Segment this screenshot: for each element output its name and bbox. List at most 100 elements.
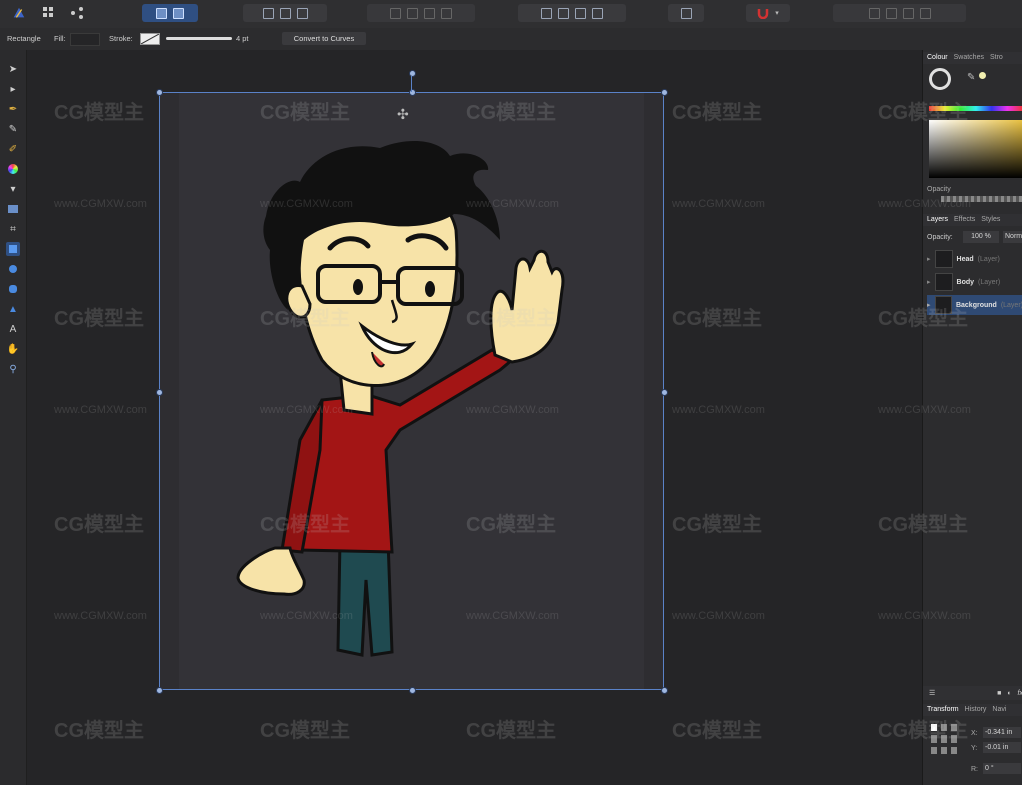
- stroke-colour-circle[interactable]: [929, 68, 951, 90]
- selection-bounding-box[interactable]: [159, 92, 664, 690]
- y-field[interactable]: -0.01 in: [983, 742, 1021, 753]
- tab-history[interactable]: History: [965, 704, 987, 716]
- studio-panel: Colour Swatches Stro ✎ Opacity Layers Ef…: [922, 50, 1022, 785]
- selection-handle[interactable]: [156, 389, 163, 396]
- fx-icon[interactable]: fx: [1018, 690, 1022, 697]
- tab-colour[interactable]: Colour: [927, 52, 948, 64]
- tab-navigator[interactable]: Navi: [992, 704, 1006, 716]
- tab-effects[interactable]: Effects: [954, 214, 975, 226]
- snap-options-icon[interactable]: [173, 7, 184, 19]
- layer-thumbnail: [934, 273, 953, 291]
- fill-label: Fill:: [54, 34, 66, 43]
- stroke-width-value[interactable]: 4 pt: [236, 34, 249, 43]
- opacity-slider[interactable]: [941, 196, 1022, 202]
- add-icon[interactable]: [390, 7, 401, 19]
- hand-tool-icon[interactable]: ✋: [6, 342, 20, 356]
- tab-layers[interactable]: Layers: [927, 214, 948, 226]
- opacity-label: Opacity: [927, 186, 951, 193]
- transform-mode-group[interactable]: [243, 4, 327, 22]
- expand-arrow-icon[interactable]: ▸: [927, 301, 931, 309]
- pencil-tool-icon[interactable]: ✎: [6, 122, 20, 136]
- selection-handle[interactable]: [409, 687, 416, 694]
- align-button[interactable]: [668, 4, 704, 22]
- move-forward-icon[interactable]: [902, 7, 914, 19]
- flip-rotate-group[interactable]: [518, 4, 626, 22]
- selection-handle[interactable]: [156, 89, 163, 96]
- stroke-swatch[interactable]: [140, 33, 160, 45]
- expand-arrow-icon[interactable]: ▸: [927, 255, 931, 263]
- rounded-rectangle-icon[interactable]: [6, 282, 20, 296]
- rotate-left-icon[interactable]: [575, 7, 586, 19]
- hue-slider[interactable]: [929, 106, 1022, 111]
- rotation-handle-line: [411, 76, 412, 92]
- boolean-group[interactable]: [367, 4, 475, 22]
- magnet-icon: [757, 9, 769, 19]
- flip-vertical-icon[interactable]: [558, 7, 569, 19]
- stroke-label: Stroke:: [109, 34, 133, 43]
- move-tool-icon[interactable]: ➤: [6, 62, 20, 76]
- transform-objects-icon[interactable]: [279, 7, 291, 19]
- selection-handle[interactable]: [661, 687, 668, 694]
- move-backward-icon[interactable]: [885, 7, 897, 19]
- saturation-picker[interactable]: [929, 120, 1022, 178]
- ellipse-tool-icon[interactable]: [6, 262, 20, 276]
- rotate-right-icon[interactable]: [592, 7, 603, 19]
- layers-stack-icon[interactable]: ☰: [929, 689, 935, 697]
- tab-swatches[interactable]: Swatches: [954, 52, 984, 64]
- intersect-icon[interactable]: [424, 7, 435, 19]
- selection-handle[interactable]: [661, 89, 668, 96]
- move-front-icon[interactable]: [919, 7, 931, 19]
- canvas[interactable]: ✣: [27, 50, 922, 785]
- layer-row-body[interactable]: ▸ Body (Layer): [927, 272, 1022, 292]
- xor-icon[interactable]: [441, 7, 452, 19]
- arrange-group[interactable]: [833, 4, 966, 22]
- subtract-icon[interactable]: [407, 7, 418, 19]
- text-tool-icon[interactable]: A: [6, 322, 20, 336]
- adjustment-icon[interactable]: ◐: [1007, 690, 1011, 697]
- snapping-dropdown[interactable]: ▾: [746, 4, 790, 22]
- layer-row-background[interactable]: ▸ Background (Layer): [927, 295, 1022, 315]
- expand-arrow-icon[interactable]: ▸: [927, 278, 931, 286]
- layers-panel-tabs: Layers Effects Styles: [923, 214, 1022, 226]
- transform-separately-icon[interactable]: [296, 7, 308, 19]
- blend-mode-select[interactable]: Norm: [1003, 231, 1022, 243]
- transform-origin-icon[interactable]: [262, 7, 274, 19]
- fill-tool-icon[interactable]: [6, 162, 20, 176]
- selection-handle[interactable]: [661, 389, 668, 396]
- pen-tool-icon[interactable]: ✒: [6, 102, 20, 116]
- transparency-tool-icon[interactable]: ▾: [6, 182, 20, 196]
- context-toolbar: Rectangle Fill: Stroke: 4 pt Convert to …: [0, 28, 1022, 51]
- pixel-persona-icon[interactable]: [42, 6, 56, 20]
- flip-horizontal-icon[interactable]: [541, 7, 552, 19]
- place-image-icon[interactable]: [6, 202, 20, 216]
- layer-row-head[interactable]: ▸ Head (Layer): [927, 249, 1022, 269]
- export-persona-icon[interactable]: [70, 6, 84, 20]
- brush-tool-icon[interactable]: ✐: [6, 142, 20, 156]
- fill-swatch[interactable]: [70, 33, 100, 46]
- align-icon[interactable]: [680, 7, 692, 19]
- rectangle-tool-icon[interactable]: [6, 242, 20, 256]
- triangle-tool-icon[interactable]: ▲: [6, 302, 20, 316]
- current-colour-dot: [979, 72, 986, 79]
- layer-opacity-label: Opacity:: [927, 234, 953, 241]
- node-tool-icon[interactable]: ▸: [6, 82, 20, 96]
- anchor-grid[interactable]: [931, 724, 961, 754]
- zoom-tool-icon[interactable]: ⚲: [6, 362, 20, 376]
- snap-icon[interactable]: [156, 7, 167, 19]
- x-field[interactable]: -0.341 in: [983, 727, 1021, 738]
- mask-icon[interactable]: ■: [997, 690, 1001, 697]
- tab-styles[interactable]: Styles: [981, 214, 1000, 226]
- selection-handle[interactable]: [156, 687, 163, 694]
- snapping-group[interactable]: [142, 4, 198, 22]
- tab-stroke[interactable]: Stro: [990, 52, 1003, 64]
- rotation-field[interactable]: 0 °: [983, 763, 1021, 774]
- layer-opacity-field[interactable]: 100 %: [963, 231, 999, 243]
- eyedropper-icon[interactable]: ✎: [967, 72, 975, 83]
- stroke-width-slider[interactable]: [166, 37, 232, 40]
- convert-to-curves-button[interactable]: Convert to Curves: [282, 32, 366, 45]
- draw-persona-icon[interactable]: [12, 6, 26, 20]
- tab-transform[interactable]: Transform: [927, 704, 959, 716]
- move-back-icon[interactable]: [868, 7, 880, 19]
- crop-tool-icon[interactable]: ⌗: [6, 222, 20, 236]
- layer-name: Head: [956, 255, 974, 263]
